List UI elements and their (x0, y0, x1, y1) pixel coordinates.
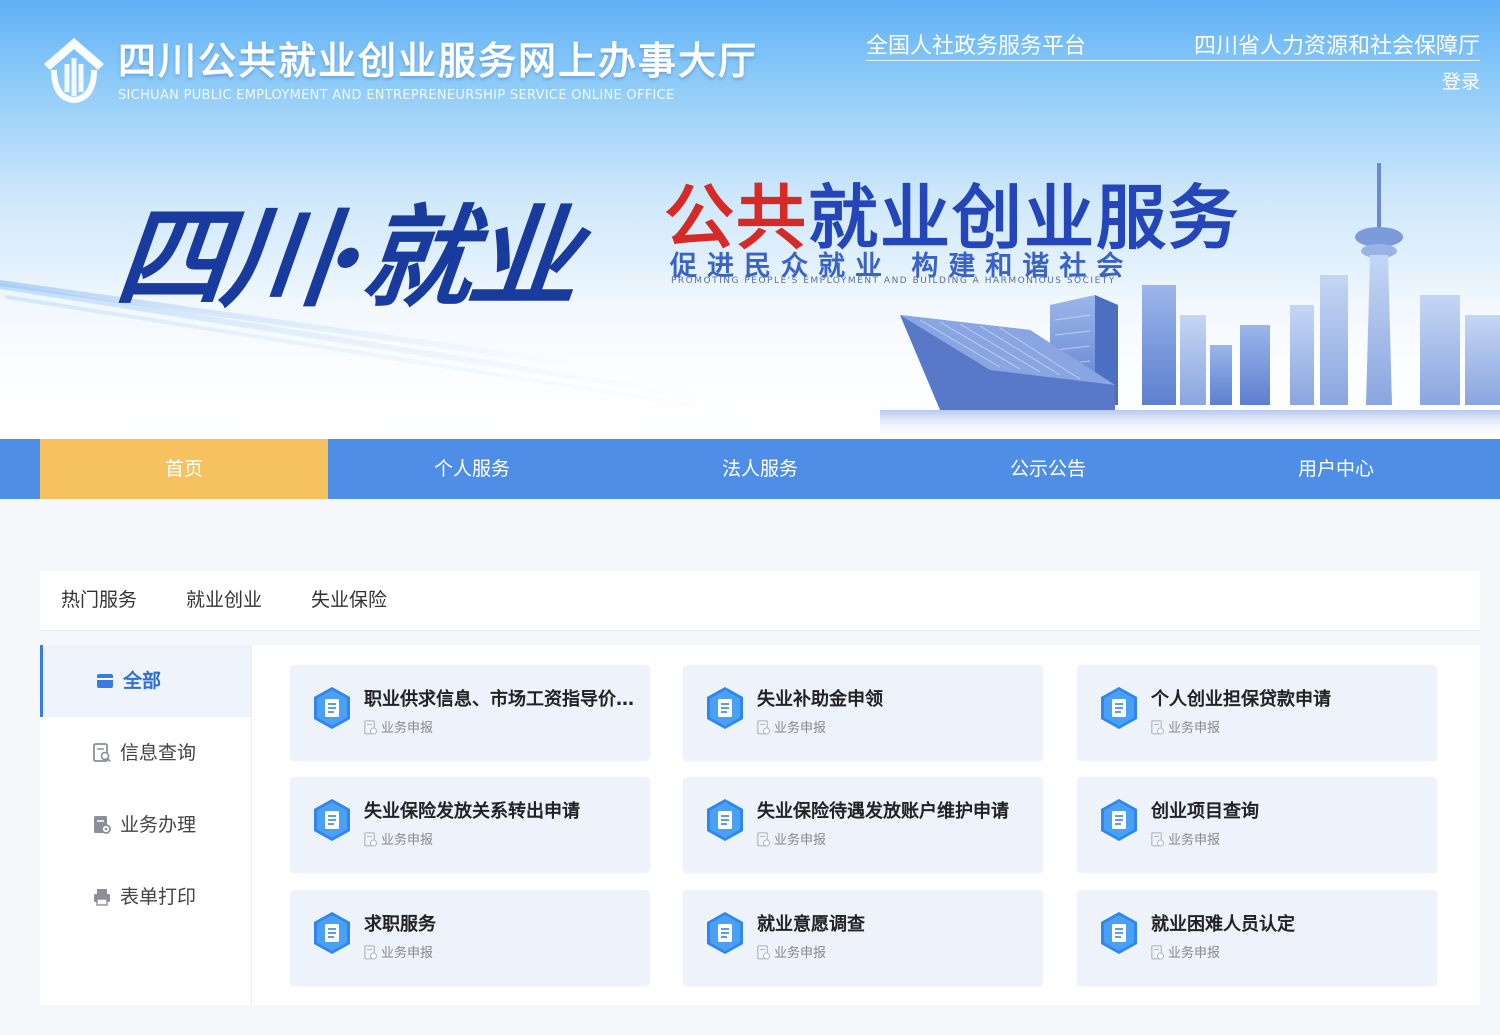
nav-personal-services[interactable]: 个人服务 (328, 439, 616, 499)
nav-user-center[interactable]: 用户中心 (1192, 439, 1480, 499)
filter-all-label: 全部 (123, 670, 162, 692)
service-title: 个人创业担保贷款申请 (1151, 689, 1331, 710)
filter-info-query-label: 信息查询 (120, 742, 197, 764)
service-tag-label: 业务申报 (1168, 946, 1221, 961)
service-tag-label: 业务申报 (381, 721, 434, 736)
filter-business-handling-label: 业务办理 (120, 814, 197, 836)
form-mini-icon (1151, 945, 1164, 960)
service-tag: 业务申报 (364, 829, 433, 848)
service-card[interactable]: 失业保险发放关系转出申请业务申报 (290, 777, 650, 873)
provincial-dept-link[interactable]: 四川省人力资源和社会保障厅 (1194, 28, 1480, 60)
document-hex-icon (314, 912, 350, 954)
filter-form-print[interactable]: 表单打印 (40, 861, 251, 933)
service-card[interactable]: 个人创业担保贷款申请业务申报 (1077, 665, 1437, 761)
document-hex-icon (1101, 799, 1137, 841)
service-panel: 全部 信息查询 业务办理 表单打印 职业供求信息、市场工资指导价位 业务申报 失… (40, 645, 1480, 1005)
form-mini-icon (757, 832, 770, 847)
service-card[interactable]: 就业困难人员认定业务申报 (1077, 890, 1437, 986)
service-title: 求职服务 (364, 914, 436, 935)
header-banner: 四川公共就业创业服务网上办事大厅 SICHUAN PUBLIC EMPLOYME… (0, 0, 1500, 439)
service-title: 就业意愿调查 (757, 914, 865, 935)
card-icon (97, 674, 113, 688)
service-tag-label: 业务申报 (381, 833, 434, 848)
banner-calligraphy: 四川·就业 (110, 193, 583, 322)
document-hex-icon (314, 687, 350, 729)
service-tag: 业务申报 (364, 717, 433, 736)
service-title: 失业保险待遇发放账户维护申请 (757, 801, 1009, 822)
service-tag: 业务申报 (1151, 942, 1220, 961)
nav-announcements[interactable]: 公示公告 (904, 439, 1192, 499)
document-hex-icon (1101, 687, 1137, 729)
form-mini-icon (364, 720, 377, 735)
service-card[interactable]: 失业补助金申领业务申报 (683, 665, 1043, 761)
service-card[interactable]: 创业项目查询业务申报 (1077, 777, 1437, 873)
filter-info-query[interactable]: 信息查询 (40, 717, 251, 789)
service-card[interactable]: 失业保险待遇发放账户维护申请业务申报 (683, 777, 1043, 873)
site-subtitle: SICHUAN PUBLIC EMPLOYMENT AND ENTREPRENE… (118, 88, 675, 103)
form-mini-icon (364, 832, 377, 847)
main-nav: 首页 个人服务 法人服务 公示公告 用户中心 (0, 439, 1500, 499)
printer-icon (94, 889, 110, 906)
service-tag: 业务申报 (757, 829, 826, 848)
city-skyline-illustration (880, 163, 1500, 439)
service-tag: 业务申报 (757, 717, 826, 736)
nav-home[interactable]: 首页 (40, 439, 328, 499)
filter-business-handling[interactable]: 业务办理 (40, 789, 251, 861)
service-tag: 业务申报 (364, 942, 433, 961)
site-title: 四川公共就业创业服务网上办事大厅 (118, 39, 759, 83)
category-tabs: 热门服务 就业创业 失业保险 (40, 571, 1480, 631)
service-title: 就业困难人员认定 (1151, 914, 1295, 935)
site-logo-icon (44, 38, 104, 104)
form-mini-icon (757, 720, 770, 735)
form-mini-icon (364, 945, 377, 960)
document-hex-icon (707, 912, 743, 954)
document-hex-icon (1101, 912, 1137, 954)
document-hex-icon (707, 687, 743, 729)
document-hex-icon (314, 799, 350, 841)
nav-corporate-services[interactable]: 法人服务 (616, 439, 904, 499)
service-tag: 业务申报 (1151, 829, 1220, 848)
form-mini-icon (1151, 720, 1164, 735)
form-mini-icon (757, 945, 770, 960)
service-card[interactable]: 职业供求信息、市场工资指导价位查询业务申报 (290, 665, 650, 761)
national-platform-link[interactable]: 全国人社政务服务平台 (866, 28, 1086, 60)
service-card[interactable]: 就业意愿调查业务申报 (683, 890, 1043, 986)
service-title: 创业项目查询 (1151, 801, 1259, 822)
service-card[interactable]: 求职服务业务申报 (290, 890, 650, 986)
service-tag-label: 业务申报 (1168, 833, 1221, 848)
service-title: 失业补助金申领 (757, 689, 883, 710)
filter-all[interactable]: 全部 (40, 645, 251, 717)
tab-employment-entrepreneurship[interactable]: 就业创业 (186, 571, 262, 631)
service-tag-label: 业务申报 (774, 946, 827, 961)
service-tag-label: 业务申报 (774, 833, 827, 848)
form-mini-icon (1151, 832, 1164, 847)
login-link[interactable]: 登录 (1442, 67, 1480, 94)
service-tag-label: 业务申报 (1168, 721, 1221, 736)
tab-hot-services[interactable]: 热门服务 (61, 571, 137, 631)
service-tag: 业务申报 (757, 942, 826, 961)
service-tag-label: 业务申报 (381, 946, 434, 961)
doc-search-icon (93, 743, 111, 763)
service-title: 失业保险发放关系转出申请 (364, 801, 580, 822)
tab-unemployment-insurance[interactable]: 失业保险 (311, 571, 387, 631)
header-divider (866, 60, 1480, 61)
service-title: 职业供求信息、市场工资指导价位查询 (364, 689, 636, 710)
filter-form-print-label: 表单打印 (120, 886, 197, 908)
filter-sidebar: 全部 信息查询 业务办理 表单打印 (40, 645, 252, 1005)
document-hex-icon (707, 799, 743, 841)
service-tag-label: 业务申报 (774, 721, 827, 736)
doc-gear-icon (94, 816, 111, 834)
service-tag: 业务申报 (1151, 717, 1220, 736)
